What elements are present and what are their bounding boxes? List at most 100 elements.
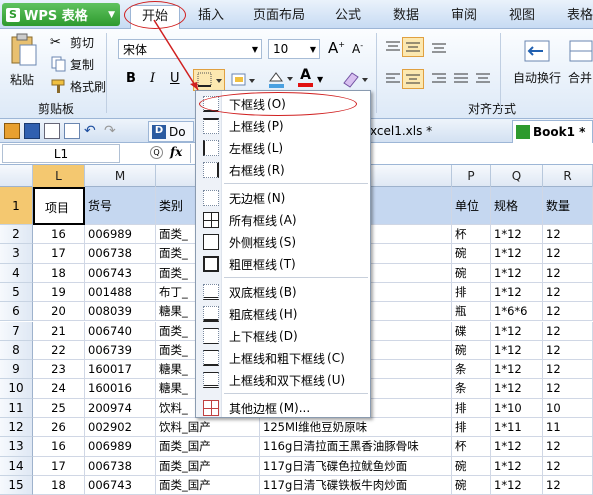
font-color-button[interactable]: A ▼ xyxy=(298,67,323,87)
menu-item-topthick-border[interactable]: 上框线和粗下框线 (C) xyxy=(197,347,369,369)
tab-formulas[interactable]: 公式 xyxy=(328,5,368,27)
cell-q[interactable]: 1*6*6 xyxy=(491,302,543,322)
cell-r[interactable]: 12 xyxy=(543,302,593,322)
row-header[interactable]: 8 xyxy=(0,340,33,361)
cell-r[interactable]: 12 xyxy=(543,360,593,380)
cell-p[interactable]: 碗 xyxy=(452,244,491,264)
align-top-icon[interactable] xyxy=(384,39,402,55)
select-all-corner[interactable] xyxy=(0,165,33,187)
cell-l[interactable]: 16 xyxy=(33,437,85,457)
undo-icon[interactable]: ↶ xyxy=(84,123,100,139)
row-header[interactable]: 11 xyxy=(0,398,33,418)
menu-item-double-border[interactable]: 双底框线 (B) xyxy=(197,281,369,303)
cell-m[interactable]: 006739 xyxy=(85,340,156,361)
tab-page-layout[interactable]: 页面布局 xyxy=(246,5,312,27)
column-header-q[interactable]: Q xyxy=(491,165,543,187)
row-header[interactable]: 15 xyxy=(0,475,33,495)
cell-r[interactable]: 12 xyxy=(543,456,593,476)
tab-review[interactable]: 审阅 xyxy=(444,5,484,27)
merge-button[interactable]: 合并 xyxy=(568,39,593,86)
cell-r[interactable]: 12 xyxy=(543,282,593,303)
row-header[interactable]: 12 xyxy=(0,418,33,438)
cell-r[interactable]: 10 xyxy=(543,398,593,418)
cell-r[interactable]: 12 xyxy=(543,225,593,245)
cell-m[interactable]: 160016 xyxy=(85,379,156,399)
cell-style-icon[interactable] xyxy=(230,71,256,89)
align-middle-icon[interactable] xyxy=(402,37,424,57)
grow-font-icon[interactable]: A+ xyxy=(328,39,345,57)
open-icon[interactable] xyxy=(4,123,20,139)
app-menu-button[interactable]: S WPS 表格 ▼ xyxy=(2,3,120,26)
cell-o[interactable]: 117g日清飞碟铁板牛肉炒面 xyxy=(260,475,452,495)
fx-button[interactable]: fx xyxy=(170,145,182,159)
distribute-icon[interactable] xyxy=(474,71,492,87)
cell-p[interactable]: 条 xyxy=(452,360,491,380)
menu-item-all-border[interactable]: 所有框线 (A) xyxy=(197,209,369,231)
cell-r[interactable]: 12 xyxy=(543,475,593,495)
cell-o[interactable]: 116g日清拉面王黑香油豚骨味 xyxy=(260,437,452,457)
cell-m[interactable]: 006738 xyxy=(85,456,156,476)
border-button[interactable] xyxy=(193,69,225,91)
align-bottom-icon[interactable] xyxy=(430,39,448,55)
cell-p[interactable]: 碗 xyxy=(452,340,491,361)
column-header-m[interactable]: M xyxy=(85,165,156,187)
save-icon[interactable] xyxy=(24,123,40,139)
cell-q[interactable]: 1*12 xyxy=(491,437,543,457)
header-cell[interactable]: 单位 xyxy=(452,187,491,225)
redo-icon[interactable]: ↷ xyxy=(104,123,120,139)
cell-l[interactable]: 19 xyxy=(33,282,85,303)
cell-o[interactable]: 125Ml维他豆奶原味 xyxy=(260,418,452,438)
cell-l[interactable]: 17 xyxy=(33,244,85,264)
menu-item-topdouble-border[interactable]: 上框线和双下框线 (U) xyxy=(197,369,369,391)
shrink-font-icon[interactable]: A- xyxy=(352,41,363,56)
cell-p[interactable]: 排 xyxy=(452,398,491,418)
row-header[interactable]: 6 xyxy=(0,302,33,322)
tab-table[interactable]: 表格 xyxy=(560,5,593,27)
row-header[interactable]: 2 xyxy=(0,225,33,245)
cell-q[interactable]: 1*12 xyxy=(491,244,543,264)
cell-m[interactable]: 002902 xyxy=(85,418,156,438)
print-icon[interactable] xyxy=(44,123,60,139)
cell-n[interactable]: 饮料_国产 xyxy=(156,418,260,438)
cell-p[interactable]: 瓶 xyxy=(452,302,491,322)
cell-m[interactable]: 008039 xyxy=(85,302,156,322)
menu-item-topbottom-border[interactable]: 上下框线 (D) xyxy=(197,325,369,347)
cell-l[interactable]: 25 xyxy=(33,398,85,418)
preview-icon[interactable] xyxy=(64,123,80,139)
cell-r[interactable]: 12 xyxy=(543,379,593,399)
menu-item-outside-border[interactable]: 外侧框线 (S) xyxy=(197,231,369,253)
zoom-icon[interactable]: Q xyxy=(150,146,163,159)
cell-q[interactable]: 1*10 xyxy=(491,398,543,418)
cell-p[interactable]: 碗 xyxy=(452,475,491,495)
align-center-icon[interactable] xyxy=(402,69,424,89)
doc-tab-2-label[interactable]: xcel1.xls * xyxy=(370,124,432,138)
cell-q[interactable]: 1*12 xyxy=(491,263,543,283)
cell-m[interactable]: 001488 xyxy=(85,282,156,303)
menu-item-thickbottom-border[interactable]: 粗底框线 (H) xyxy=(197,303,369,325)
cell-r[interactable]: 12 xyxy=(543,321,593,341)
align-left-icon[interactable] xyxy=(384,71,402,87)
cell-r[interactable]: 12 xyxy=(543,244,593,264)
doc-tab-active[interactable]: Book1 * xyxy=(512,120,593,143)
row-header[interactable]: 10 xyxy=(0,379,33,399)
paste-button[interactable]: 粘贴 xyxy=(8,33,42,91)
cut-button[interactable]: ✂ 剪切 xyxy=(50,33,94,51)
cell-l[interactable]: 24 xyxy=(33,379,85,399)
cell-l[interactable]: 20 xyxy=(33,302,85,322)
column-header-r[interactable]: R xyxy=(543,165,593,187)
cell-n[interactable]: 面类_国产 xyxy=(156,475,260,495)
cell-r[interactable]: 12 xyxy=(543,263,593,283)
row-header[interactable]: 13 xyxy=(0,437,33,457)
fill-color-icon[interactable] xyxy=(266,69,294,89)
row-header[interactable]: 1 xyxy=(0,187,33,225)
cell-r[interactable]: 11 xyxy=(543,418,593,438)
menu-item-more-border[interactable]: 其他边框 (M)... xyxy=(197,397,369,419)
cell-q[interactable]: 1*12 xyxy=(491,360,543,380)
cell-o[interactable]: 117g日清飞碟色拉鱿鱼炒面 xyxy=(260,456,452,476)
cell-l1[interactable]: 项目 xyxy=(33,187,85,225)
menu-item-top-border[interactable]: 上框线 (P) xyxy=(197,115,369,137)
cell-m[interactable]: 160017 xyxy=(85,360,156,380)
cell-n[interactable]: 面类_国产 xyxy=(156,456,260,476)
cell-p[interactable]: 碗 xyxy=(452,456,491,476)
italic-button[interactable]: I xyxy=(150,71,155,86)
